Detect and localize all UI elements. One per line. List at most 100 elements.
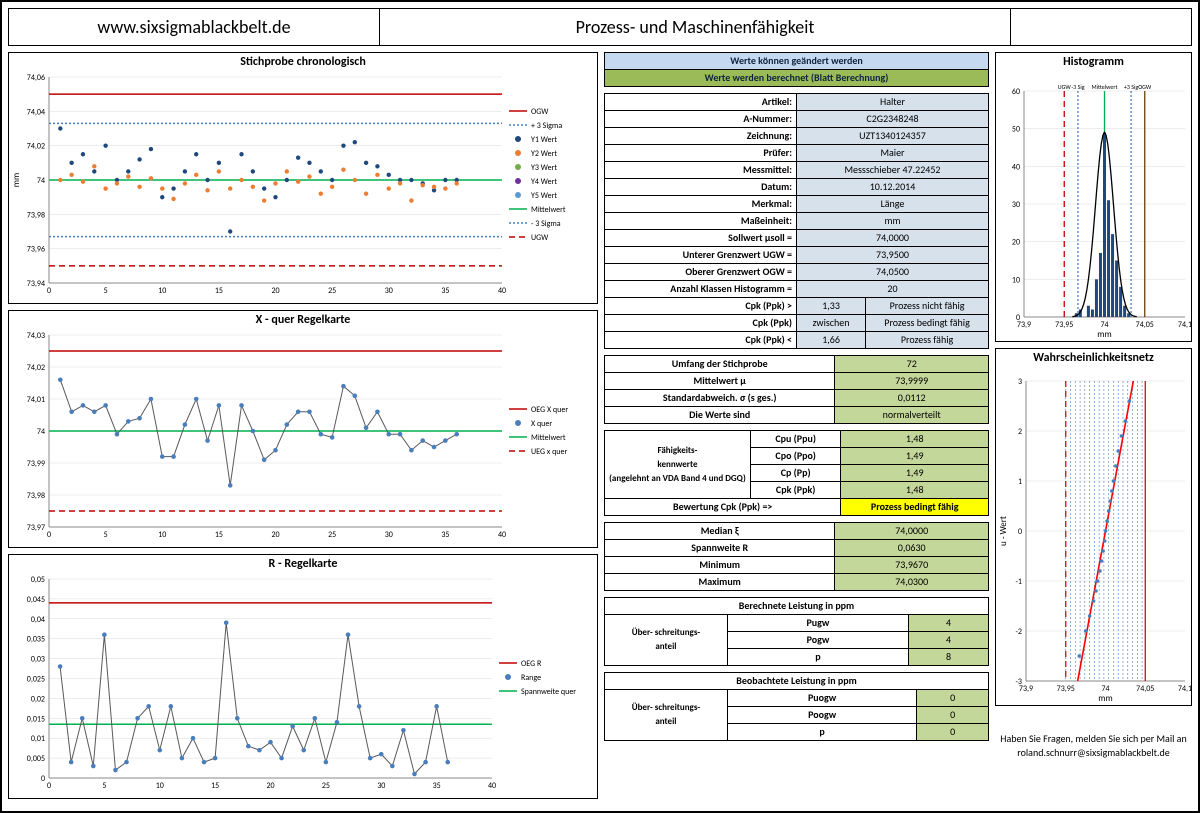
svg-text:73,9: 73,9 (1017, 320, 1031, 330)
svg-text:50: 50 (1012, 125, 1020, 135)
svg-text:40: 40 (1012, 162, 1020, 172)
chart-probnet: Wahrscheinlichkeitsnetz -3-2-1012373,973… (995, 348, 1192, 706)
chart-histogram: Histogramm 010203040506073,973,957474,05… (995, 52, 1192, 342)
svg-text:60: 60 (1012, 87, 1020, 97)
svg-text:mm: mm (1098, 693, 1112, 703)
svg-text:73,9: 73,9 (1019, 684, 1033, 694)
svg-text:25: 25 (328, 286, 336, 296)
svg-text:0,02: 0,02 (31, 694, 45, 704)
svg-text:74,04: 74,04 (27, 107, 45, 117)
svg-text:73,95: 73,95 (1055, 320, 1073, 330)
svg-text:74,1: 74,1 (1178, 684, 1191, 694)
svg-text:Mittelwert: Mittelwert (531, 433, 566, 443)
svg-text:73,97: 73,97 (27, 523, 45, 533)
svg-text:25: 25 (328, 530, 336, 540)
svg-text:10: 10 (158, 530, 166, 540)
capability-table: Fähigkeits- kennwerte (angelehnt an VDA … (604, 430, 989, 516)
svg-text:15: 15 (215, 286, 223, 296)
svg-text:30: 30 (377, 781, 385, 791)
meta-Klassen[interactable]: 20 (797, 281, 989, 298)
svg-text:0,045: 0,045 (27, 595, 45, 605)
svg-text:35: 35 (441, 530, 449, 540)
svg-text:74,02: 74,02 (27, 142, 45, 152)
meta-Messmittel[interactable]: Messschieber 47.22452 (797, 162, 989, 179)
svg-text:15: 15 (215, 530, 223, 540)
svg-text:20: 20 (1012, 238, 1020, 248)
meta-Datum[interactable]: 10.12.2014 (797, 179, 989, 196)
meta-Prüfer[interactable]: Maier (797, 145, 989, 162)
svg-text:0,015: 0,015 (27, 714, 45, 724)
svg-text:73,99: 73,99 (27, 459, 45, 469)
meta-UGW[interactable]: 73,9500 (797, 247, 989, 264)
svg-text:73,95: 73,95 (1057, 684, 1075, 694)
svg-text:Y4 Wert: Y4 Wert (531, 177, 557, 187)
svg-text:74,02: 74,02 (27, 363, 45, 373)
svg-text:3: 3 (1018, 377, 1022, 387)
svg-text:5: 5 (102, 781, 106, 791)
svg-text:74,05: 74,05 (1136, 320, 1154, 330)
svg-text:mm: mm (1097, 329, 1111, 339)
svg-text:74: 74 (37, 427, 45, 437)
svg-text:73,96: 73,96 (27, 245, 45, 255)
svg-text:10: 10 (158, 286, 166, 296)
svg-text:OEG X quer: OEG X quer (531, 405, 568, 415)
svg-text:74,01: 74,01 (27, 395, 45, 405)
legend-computed: Werte werden berechnet (Blatt Berechnung… (605, 70, 989, 87)
svg-text:1: 1 (1018, 477, 1022, 487)
svg-text:15: 15 (211, 781, 219, 791)
meta-Merkmal[interactable]: Länge (797, 196, 989, 213)
svg-text:10: 10 (156, 781, 164, 791)
meta-OGW[interactable]: 74,0500 (797, 264, 989, 281)
svg-text:- 3 Sigma: - 3 Sigma (531, 219, 561, 229)
svg-text:30: 30 (385, 530, 393, 540)
svg-text:10: 10 (1012, 275, 1020, 285)
header-bar: www.sixsigmablackbelt.de Prozess- und Ma… (8, 8, 1192, 46)
svg-text:5: 5 (104, 530, 108, 540)
svg-text:X quer: X quer (531, 419, 552, 429)
meta-Sollwert[interactable]: 74,0000 (797, 230, 989, 247)
header-spacer (1011, 9, 1191, 45)
chart-range-title: R - Regelkarte (9, 555, 597, 573)
svg-text:73,98: 73,98 (27, 210, 45, 220)
svg-text:0: 0 (41, 774, 45, 784)
svg-text:0,005: 0,005 (27, 754, 45, 764)
svg-text:0,035: 0,035 (27, 635, 45, 645)
chart-range: R - Regelkarte 0 0,005 0,01 0,015 0,02 0,025 0… (8, 554, 598, 799)
page-title: Prozess- und Maschinenfähigkeit (380, 9, 1011, 45)
svg-text:+3 Sig: +3 Sig (1124, 83, 1139, 91)
svg-text:30: 30 (385, 286, 393, 296)
svg-text:40: 40 (498, 530, 506, 540)
stats-table: Umfang der Stichprobe72 Mittelwert μ73,9… (604, 355, 989, 424)
svg-text:0,01: 0,01 (31, 734, 45, 744)
svg-text:40: 40 (498, 286, 506, 296)
svg-text:Y2 Wert: Y2 Wert (531, 149, 557, 159)
meta-Zeichnung[interactable]: UZT1340124357 (797, 128, 989, 145)
svg-text:74,05: 74,05 (1136, 684, 1154, 694)
ppm-calc-table: Berechnete Leistung in ppmÜber- schreitu… (604, 597, 989, 666)
meta-Artikel[interactable]: Halter (797, 94, 989, 111)
svg-text:0,025: 0,025 (27, 675, 45, 685)
svg-text:25: 25 (322, 781, 330, 791)
svg-text:0,05: 0,05 (31, 575, 45, 585)
svg-text:30: 30 (1012, 200, 1020, 210)
svg-text:0: 0 (47, 286, 51, 296)
svg-text:UEG x quer: UEG x quer (531, 447, 567, 457)
svg-text:73,94: 73,94 (27, 279, 45, 289)
ppm-obs-table: Beobachtete Leistung in ppmÜber- schreit… (604, 672, 989, 741)
svg-text:35: 35 (433, 781, 441, 791)
svg-text:20: 20 (271, 530, 279, 540)
svg-text:73,98: 73,98 (27, 491, 45, 501)
meta-A-Nummer[interactable]: C2G2348248 (797, 111, 989, 128)
svg-text:OGW: OGW (1138, 83, 1152, 91)
svg-text:5: 5 (104, 286, 108, 296)
svg-text:OEG R: OEG R (521, 659, 542, 669)
chart-xquer-title: X - quer Regelkarte (9, 311, 597, 329)
meta-Maßeinheit[interactable]: mm (797, 213, 989, 230)
chart-prob-title: Wahrscheinlichkeitsnetz (996, 349, 1191, 367)
svg-text:Y3 Wert: Y3 Wert (531, 163, 557, 173)
chart-stichprobe-title: Stichprobe chronologisch (9, 53, 597, 71)
svg-text:UGW: UGW (531, 233, 549, 243)
svg-text:0: 0 (47, 781, 51, 791)
svg-text:0,03: 0,03 (31, 655, 45, 665)
legend-editable: Werte können geändert werden (605, 53, 989, 70)
